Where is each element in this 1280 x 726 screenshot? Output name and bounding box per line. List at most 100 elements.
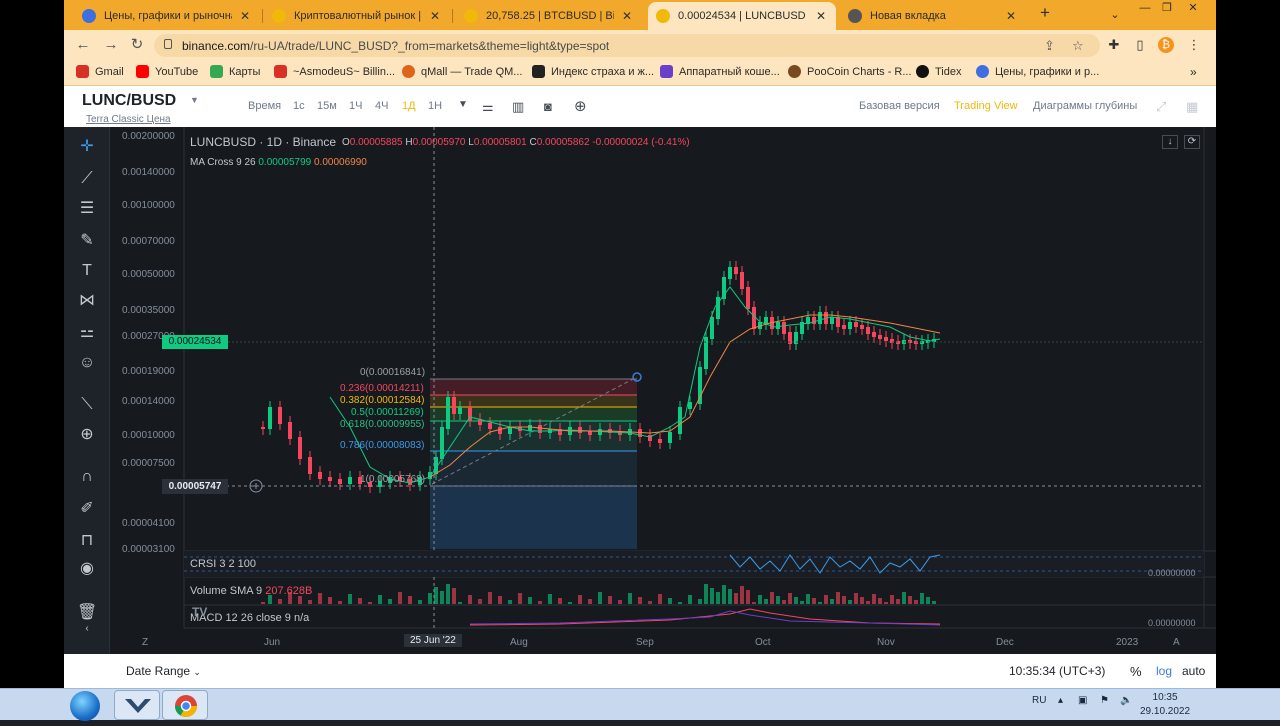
emoji-icon[interactable]: ☺ bbox=[77, 353, 97, 373]
text-tool-icon[interactable]: T bbox=[77, 261, 97, 281]
view-tradingview-selected[interactable]: Trading View bbox=[954, 100, 1018, 112]
prediction-icon[interactable]: ⚍ bbox=[77, 323, 97, 343]
interval-4h[interactable]: 4Ч bbox=[375, 100, 388, 112]
pattern-icon[interactable]: ⋈ bbox=[77, 291, 97, 311]
minimize-icon[interactable]: — bbox=[1134, 0, 1156, 18]
axis-zoom-button[interactable]: Z bbox=[142, 637, 148, 648]
horizontal-lines-icon[interactable]: ☰ bbox=[77, 199, 97, 219]
bookmark-poocoin[interactable]: PooCoin Charts - R... bbox=[788, 65, 912, 78]
volume-label[interactable]: Volume SMA 9 207.628B bbox=[190, 585, 312, 597]
bookmark-fear-index[interactable]: Индекс страха и ж... bbox=[532, 65, 654, 78]
kebab-menu-icon[interactable]: ⋮ bbox=[1186, 37, 1202, 53]
interval-1h[interactable]: 1Ч bbox=[349, 100, 362, 112]
axis-auto-button[interactable]: A bbox=[1173, 637, 1180, 648]
bookmark-tidex[interactable]: Tidex bbox=[916, 65, 962, 78]
extensions-puzzle-icon[interactable]: ✚ bbox=[1106, 37, 1122, 53]
volume-icon[interactable]: 🔈 bbox=[1120, 695, 1132, 706]
layout-grid-icon[interactable]: ▦ bbox=[1186, 99, 1198, 115]
bitcoin-extension-icon[interactable]: ₿ bbox=[1158, 37, 1174, 53]
bookmark-maps[interactable]: Карты bbox=[210, 65, 260, 78]
windows-start-icon[interactable] bbox=[70, 691, 100, 721]
magnet-icon[interactable]: ∩ bbox=[77, 467, 97, 487]
chart-clock[interactable]: 10:35:34 (UTC+3) bbox=[1009, 664, 1105, 678]
restore-icon[interactable]: ❐ bbox=[1156, 0, 1178, 18]
add-indicator-icon[interactable]: ⊕ bbox=[574, 97, 587, 115]
lock-icon[interactable]: ⊓ bbox=[77, 531, 97, 551]
brush-icon[interactable]: ✎ bbox=[77, 231, 97, 251]
volume-bar bbox=[378, 595, 382, 604]
close-icon[interactable]: ✕ bbox=[428, 9, 442, 23]
eye-icon[interactable]: ◉ bbox=[77, 559, 97, 579]
tab-2[interactable]: 20,758.25 | BTCBUSD | Binar ✕ bbox=[456, 2, 642, 30]
reset-chart-icon[interactable]: ⟳ bbox=[1184, 135, 1200, 149]
forward-icon[interactable]: → bbox=[102, 36, 120, 54]
bookmark-youtube[interactable]: YouTube bbox=[136, 65, 198, 78]
candles-icon[interactable]: ▥ bbox=[512, 99, 524, 115]
pair-title[interactable]: LUNC/BUSD bbox=[82, 92, 176, 110]
view-basic[interactable]: Базовая версия bbox=[859, 100, 940, 112]
bookmarks-overflow-icon[interactable]: » bbox=[1190, 65, 1197, 79]
ruler-icon[interactable]: ⟍ bbox=[77, 395, 97, 415]
tab-0[interactable]: Цены, графики и рыночная к ✕ bbox=[74, 2, 260, 30]
close-icon[interactable]: ✕ bbox=[1004, 9, 1018, 23]
new-tab-button[interactable]: + bbox=[1034, 4, 1056, 23]
bookmark-asmodeus[interactable]: ~AsmodeuS~ Billin... bbox=[274, 65, 395, 78]
back-icon[interactable]: ← bbox=[74, 36, 92, 54]
language-indicator[interactable]: RU bbox=[1032, 695, 1046, 706]
bookmark-qmall[interactable]: qMall — Trade QM... bbox=[402, 65, 522, 78]
interval-1d-selected[interactable]: 1Д bbox=[402, 100, 416, 112]
tab-3-active[interactable]: 0.00024534 | LUNCBUSD | Bi ✕ bbox=[648, 2, 836, 30]
legend-symbol[interactable]: LUNCBUSD · 1D · Binance bbox=[190, 135, 336, 149]
interval-time[interactable]: Время bbox=[248, 100, 281, 112]
price-plot[interactable]: 0.00200000 0.00140000 0.00100000 0.00070000… bbox=[110, 127, 1216, 654]
share-icon[interactable]: ⇪ bbox=[1044, 38, 1055, 54]
fullscreen-icon[interactable]: ⤢ bbox=[1156, 99, 1166, 115]
system-clock[interactable]: 10:35 29.10.2022 bbox=[1140, 691, 1190, 719]
settings-sliders-icon[interactable]: ⚌ bbox=[482, 99, 494, 115]
bookmark-star-icon[interactable]: ☆ bbox=[1072, 38, 1084, 54]
view-depth[interactable]: Диаграммы глубины bbox=[1033, 100, 1137, 112]
side-panel-icon[interactable]: ▯ bbox=[1132, 37, 1148, 53]
bookmark-gmail[interactable]: Gmail bbox=[76, 65, 124, 78]
caret-down-icon[interactable]: ▼ bbox=[190, 95, 199, 105]
interval-1s[interactable]: 1с bbox=[293, 100, 305, 112]
fib-zone bbox=[430, 451, 637, 486]
close-window-icon[interactable]: ✕ bbox=[1182, 0, 1204, 18]
lock-icon[interactable] bbox=[164, 39, 172, 49]
network-icon[interactable]: ▣ bbox=[1078, 695, 1087, 706]
crosshair-icon[interactable]: ✛ bbox=[77, 137, 97, 157]
tray-chevron-icon[interactable]: ▴ bbox=[1058, 695, 1063, 706]
percent-scale-toggle[interactable]: % bbox=[1130, 664, 1142, 679]
bookmark-coinmarketcap[interactable]: Цены, графики и р... bbox=[976, 65, 1099, 78]
flag-icon[interactable]: ⚑ bbox=[1100, 695, 1109, 706]
reload-icon[interactable]: ↻ bbox=[128, 36, 146, 54]
log-scale-toggle[interactable]: log bbox=[1156, 664, 1172, 678]
taskbar-app-winamp-icon[interactable] bbox=[114, 690, 160, 720]
zoom-icon[interactable]: ⊕ bbox=[77, 425, 97, 445]
lock-drawing-icon[interactable]: ✐ bbox=[77, 499, 97, 519]
scroll-down-icon[interactable]: ↓ bbox=[1162, 135, 1178, 149]
interval-15m[interactable]: 15м bbox=[317, 100, 337, 112]
close-icon[interactable]: ✕ bbox=[814, 9, 828, 23]
auto-scale-toggle[interactable]: auto bbox=[1182, 664, 1205, 678]
macd-label[interactable]: MACD 12 26 close 9 n/a bbox=[190, 612, 309, 624]
collapse-toolbar-icon[interactable]: ‹ bbox=[77, 619, 97, 639]
close-icon[interactable]: ✕ bbox=[620, 9, 634, 23]
interval-1w[interactable]: 1Н bbox=[428, 100, 442, 112]
trendline-icon[interactable]: ⟋ bbox=[77, 169, 97, 189]
tab-search-chevron-icon[interactable]: ⌄ bbox=[1104, 7, 1126, 25]
address-bar[interactable]: binance.com/ru-UA/trade/LUNC_BUSD?_from=… bbox=[154, 34, 1100, 57]
close-icon[interactable]: ✕ bbox=[238, 9, 252, 23]
camera-icon[interactable]: ◙ bbox=[544, 99, 552, 114]
crsi-label[interactable]: CRSI 3 2 100 bbox=[190, 558, 256, 570]
chart-area[interactable]: ✛ ⟋ ☰ ✎ T ⋈ ⚍ ☺ ⟍ ⊕ ∩ ✐ ⊓ ◉ 🗑 ‹ 0.002000… bbox=[64, 127, 1216, 654]
bookmark-hardware-wallet[interactable]: Аппаратный коше... bbox=[660, 65, 780, 78]
pair-subtitle-link[interactable]: Terra Classic Цена bbox=[86, 114, 171, 125]
url-text[interactable]: binance.com/ru-UA/trade/LUNC_BUSD?_from=… bbox=[182, 39, 609, 53]
legend-ma[interactable]: MA Cross 9 26 0.00005799 0.00006990 bbox=[190, 157, 367, 168]
date-range-dropdown[interactable]: Date Range ⌄ bbox=[126, 664, 201, 678]
tab-1[interactable]: Криптовалютный рынок | Це ✕ bbox=[264, 2, 450, 30]
taskbar-app-chrome-icon[interactable] bbox=[162, 690, 208, 720]
tab-4[interactable]: Новая вкладка ✕ bbox=[840, 2, 1026, 30]
interval-more-caret-icon[interactable]: ▼ bbox=[458, 99, 468, 110]
